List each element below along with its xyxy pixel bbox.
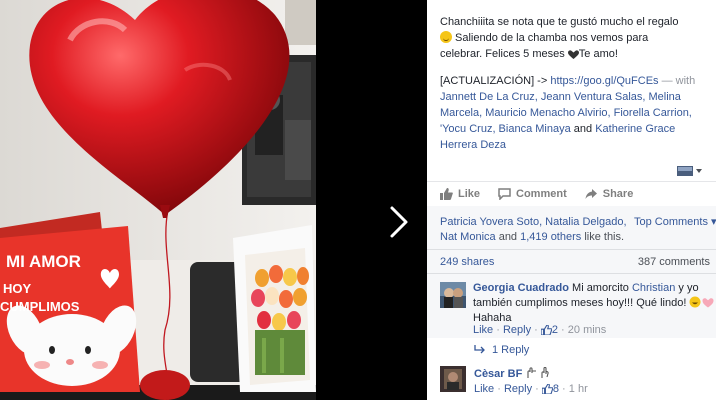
smile-emoji-icon [440,31,452,43]
tagged-last-person-cont[interactable]: Herrera Deza [440,137,712,153]
comment-text-part-2: y yo [675,282,699,294]
photo-viewer: MI AMOR HOY CUMPLIMOS [0,0,426,400]
divider [427,181,716,182]
avatar-photo [440,282,466,308]
comment-mention[interactable]: Christian [632,282,675,294]
card-line-3: CUMPLIMOS [0,299,80,314]
caption-line-3: celebrar. Felices 5 meses [440,48,568,60]
comment-like-button[interactable]: Like [474,383,494,395]
comment-time[interactable]: 1 hr [569,383,588,395]
update-link[interactable]: https://goo.gl/QuFCEs [550,75,658,87]
thumbs-up-outline-icon [541,384,553,394]
comment-author[interactable]: Georgia Cuadrado [473,282,569,294]
share-label: Share [602,188,634,200]
commenter-avatar[interactable] [440,282,466,308]
next-photo-button[interactable] [380,198,420,246]
comment-text-line-2: también cumplimos meses hoy!!! Qué lindo… [473,297,687,309]
comment-text: Georgia Cuadrado Mi amorcito Christian y… [473,281,714,326]
post-update: [ACTUALIZACIÓN] -> https://goo.gl/QuFCEs… [440,73,712,153]
comments-count-link[interactable]: 387 comments [638,256,710,268]
comment-like-button[interactable]: Like [473,324,493,336]
likers-line-1[interactable]: Patricia Yovera Soto, Natalia Delgado, [440,215,635,230]
share-icon [585,189,597,199]
friends-audience-icon [677,166,702,176]
caption-line-3-end: Te amo! [578,48,618,60]
likes-summary: Patricia Yovera Soto, Natalia Delgado, N… [440,215,635,245]
thumbs-up-icon [440,188,453,200]
caption-line-2: Saliendo de la chamba nos vemos para [455,32,649,44]
post-details-panel: Chanchiiita se nota que te gustó mucho e… [427,0,716,400]
comment-button[interactable]: Comment [498,186,567,202]
view-replies-button[interactable]: 1 Reply [474,344,529,356]
comment-meta: Like · Reply · 8 · 1 hr [474,383,588,395]
thumbs-up-outline-icon [540,325,552,335]
comment-reply-button[interactable]: Reply [503,324,531,336]
caption-line-1: Chanchiiita se nota que te gustó mucho e… [440,16,679,28]
with-label: — with [658,75,696,87]
audience-selector[interactable] [676,164,704,178]
replies-count: 1 Reply [492,344,530,356]
like-button[interactable]: Like [440,186,480,202]
tagged-and: and [570,123,596,135]
card-line-2: HOY [3,281,32,296]
comment-reply-button[interactable]: Reply [504,383,532,395]
top-comments-dropdown[interactable]: Top Comments ▾ [634,215,716,228]
tagged-people-line-3[interactable]: 'Yocu Cruz, Bianca Minaya [440,123,571,135]
commenter-avatar[interactable] [440,366,466,392]
hand-gesture-emoji-icon [527,367,550,378]
share-button[interactable]: Share [585,186,634,202]
likers-and: and [495,231,521,243]
likers-suffix: like this. [581,231,625,243]
tagged-last-person[interactable]: Katherine Grace [595,123,675,135]
divider [427,249,716,250]
comment-like-count[interactable]: 8 [553,383,559,395]
comment-text: Cèsar BF [474,367,553,380]
chevron-right-icon [390,206,408,238]
comment-text-part-1: Mi amorcito [568,282,632,294]
comment-author[interactable]: Cèsar BF [474,368,522,380]
comment-icon [498,188,511,200]
avatar-photo [440,366,466,392]
liker-nat-monica[interactable]: Nat Monica [440,231,496,243]
divider [427,273,716,274]
card-title: MI AMOR [6,252,81,271]
comment-time[interactable]: 20 mins [568,324,607,336]
post-actions: Like Comment Share [440,186,633,202]
shares-link[interactable]: 249 shares [440,256,494,268]
post-caption: Chanchiiita se nota que te gustó mucho e… [440,14,710,62]
tagged-people-line-1[interactable]: Jannett De La Cruz, Jeann Ventura Salas,… [440,89,712,105]
photo-scene: MI AMOR HOY CUMPLIMOS [0,0,316,400]
comment-like-count[interactable]: 2 [552,324,558,336]
comment-meta: Like · Reply · 2 · 20 mins [473,324,607,336]
laughing-heart-emoji-icon [689,296,714,308]
likers-others-link[interactable]: 1,419 others [520,231,581,243]
tagged-people-line-2[interactable]: Marcela, Mauricio Menacho Alvirio, Fiore… [440,105,712,121]
comment-label: Comment [516,188,567,200]
post-photo[interactable]: MI AMOR HOY CUMPLIMOS [0,0,316,400]
reply-arrow-icon [474,345,485,354]
update-prefix: [ACTUALIZACIÓN] -> [440,75,551,87]
like-label: Like [458,188,481,200]
heart-icon [567,50,579,59]
